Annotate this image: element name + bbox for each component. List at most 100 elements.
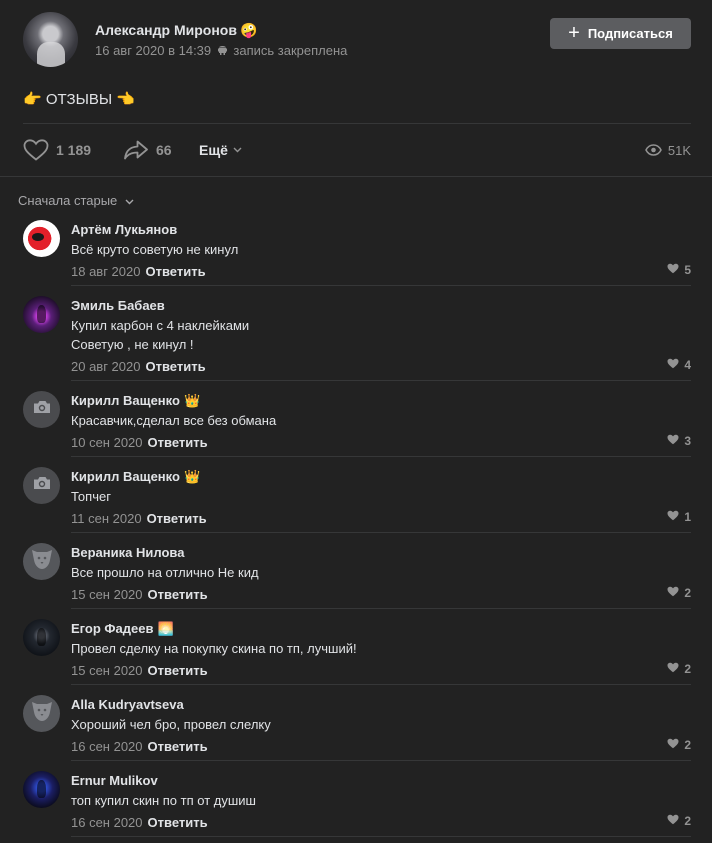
comment-author[interactable]: Alla Kudryavtseva [71, 697, 691, 712]
comment-footer: 11 сен 2020 Ответить [71, 511, 691, 526]
comment-author-name: Alla Kudryavtseva [71, 697, 184, 712]
comment-text: Купил карбон с 4 наклейками [71, 318, 250, 333]
comment-date[interactable]: 15 сен 2020 [71, 663, 143, 678]
sort-dropdown[interactable]: Сначала старые [18, 193, 134, 208]
comment: Егор Фадеев 🌅 Провел сделку на покупку ски… [0, 609, 712, 685]
comment-like-button[interactable]: 5 [667, 263, 691, 277]
comment-author[interactable]: Егор Фадеев 🌅 [71, 621, 691, 636]
view-count: 51K [667, 142, 691, 158]
comment-author-name: Егор Фадеев [71, 621, 154, 636]
comment-author-name: Кирилл Ващенко [71, 469, 180, 484]
reply-button[interactable]: Ответить [148, 739, 208, 754]
share-button[interactable]: 66 [123, 136, 172, 164]
comment-author-name: Вераника Нилова [71, 545, 185, 560]
comment-like-button[interactable]: 2 [667, 814, 691, 828]
divider [0, 176, 712, 177]
comment-body: Артём Лукьянов Всё круто советую не кинул… [71, 222, 691, 279]
chevron-down-icon [233, 147, 242, 153]
comment-like-count: 1 [684, 510, 691, 524]
comment-author[interactable]: Эмиль Бабаев [71, 298, 691, 313]
chevron-down-icon [125, 193, 134, 208]
post-date[interactable]: 16 авг 2020 в 14:39 [95, 43, 211, 58]
comment-date[interactable]: 10 сен 2020 [71, 435, 143, 450]
comment: Alla Kudryavtseva Хороший чел бро, провел… [0, 685, 712, 761]
comment-avatar[interactable] [23, 771, 60, 808]
comment-body: Ernur Mulikov топ купил скин по тп от душ… [71, 773, 691, 830]
comment-text: Красавчик,сделал все без обмана [71, 413, 277, 428]
author-avatar[interactable] [23, 12, 78, 67]
comment-avatar[interactable] [23, 296, 60, 333]
like-button[interactable]: 1 189 [23, 136, 91, 164]
dog-icon [30, 700, 54, 727]
comment-date[interactable]: 15 сен 2020 [71, 587, 143, 602]
comment-text: топ купил скин по тп от душиш [71, 793, 256, 808]
comment-avatar[interactable] [23, 220, 60, 257]
comment-text: Топчег [71, 489, 111, 504]
subscribe-button[interactable]: + Подписаться [550, 18, 691, 49]
comment-text: Хороший чел бро, провел слелку [71, 717, 271, 732]
comment-avatar[interactable] [23, 467, 60, 504]
sort-label: Сначала старые [18, 193, 118, 208]
comment-date[interactable]: 16 сен 2020 [71, 739, 143, 754]
comment: Артём Лукьянов Всё круто советую не кинул… [0, 210, 712, 286]
camera-icon [33, 476, 51, 495]
comment-date[interactable]: 16 сен 2020 [71, 815, 143, 830]
reply-button[interactable]: Ответить [147, 511, 207, 526]
comment-avatar[interactable] [23, 391, 60, 428]
heart-icon [667, 434, 679, 448]
pinned-label: запись закреплена [233, 43, 348, 58]
comment-like-button[interactable]: 2 [667, 738, 691, 752]
author-name[interactable]: Александр Миронов 🤪 [95, 22, 257, 39]
author-badge: 👑 [183, 469, 201, 484]
author-emoji: 🤪 [239, 22, 258, 38]
comment-avatar[interactable] [23, 543, 60, 580]
comment-author[interactable]: Кирилл Ващенко 👑 [71, 469, 691, 484]
reply-button[interactable]: Ответить [148, 587, 208, 602]
comment: Вераника Нилова Все прошло на отлично Не … [0, 533, 712, 609]
comment-body: Кирилл Ващенко 👑 Красавчик,сделал все без … [71, 393, 691, 450]
comment-author-name: Кирилл Ващенко [71, 393, 180, 408]
comment-like-button[interactable]: 3 [667, 434, 691, 448]
comment-author[interactable]: Кирилл Ващенко 👑 [71, 393, 691, 408]
comment-author[interactable]: Вераника Нилова [71, 545, 691, 560]
subscribe-label: Подписаться [587, 26, 673, 41]
share-icon [124, 140, 148, 160]
comment-body: Кирилл Ващенко 👑 Топчег 11 сен 2020 Ответить [71, 469, 691, 526]
comment-text: Провел сделку на покупку скина по тп, лу… [71, 641, 357, 656]
comment-like-button[interactable]: 4 [667, 358, 691, 372]
comment-like-count: 2 [684, 662, 691, 676]
reply-button[interactable]: Ответить [145, 264, 205, 279]
reply-button[interactable]: Ответить [148, 435, 208, 450]
post-text: 👉 ОТЗЫВЫ 👈 [23, 91, 135, 108]
divider [71, 836, 691, 837]
android-icon [217, 44, 228, 59]
post-meta: 16 авг 2020 в 14:39 запись закреплена [95, 43, 347, 59]
comment-date[interactable]: 20 авг 2020 [71, 359, 140, 374]
comment-like-button[interactable]: 2 [667, 586, 691, 600]
divider [23, 123, 691, 124]
comment-footer: 16 сен 2020 Ответить [71, 739, 691, 754]
more-label: Ещё [199, 142, 228, 158]
comment-footer: 15 сен 2020 Ответить [71, 587, 691, 602]
comment-like-count: 2 [684, 586, 691, 600]
comment-text: Все прошло на отлично Не кид [71, 565, 259, 580]
more-button[interactable]: Ещё [199, 136, 242, 164]
comment-author-name: Эмиль Бабаев [71, 298, 165, 313]
comment-text: Советую , не кинул ! [71, 337, 194, 352]
comment-author[interactable]: Ernur Mulikov [71, 773, 691, 788]
comment-like-count: 5 [684, 263, 691, 277]
comment-avatar[interactable] [23, 619, 60, 656]
comment-date[interactable]: 18 авг 2020 [71, 264, 140, 279]
comment-like-button[interactable]: 1 [667, 510, 691, 524]
reply-button[interactable]: Ответить [148, 815, 208, 830]
reply-button[interactable]: Ответить [145, 359, 205, 374]
comment-like-button[interactable]: 2 [667, 662, 691, 676]
reply-button[interactable]: Ответить [148, 663, 208, 678]
comment-date[interactable]: 11 сен 2020 [71, 511, 142, 526]
share-count: 66 [156, 142, 172, 158]
comment-like-count: 2 [684, 738, 691, 752]
views: 51K [645, 136, 691, 164]
comment-author[interactable]: Артём Лукьянов [71, 222, 691, 237]
comment-avatar[interactable] [23, 695, 60, 732]
comment-like-count: 3 [684, 434, 691, 448]
